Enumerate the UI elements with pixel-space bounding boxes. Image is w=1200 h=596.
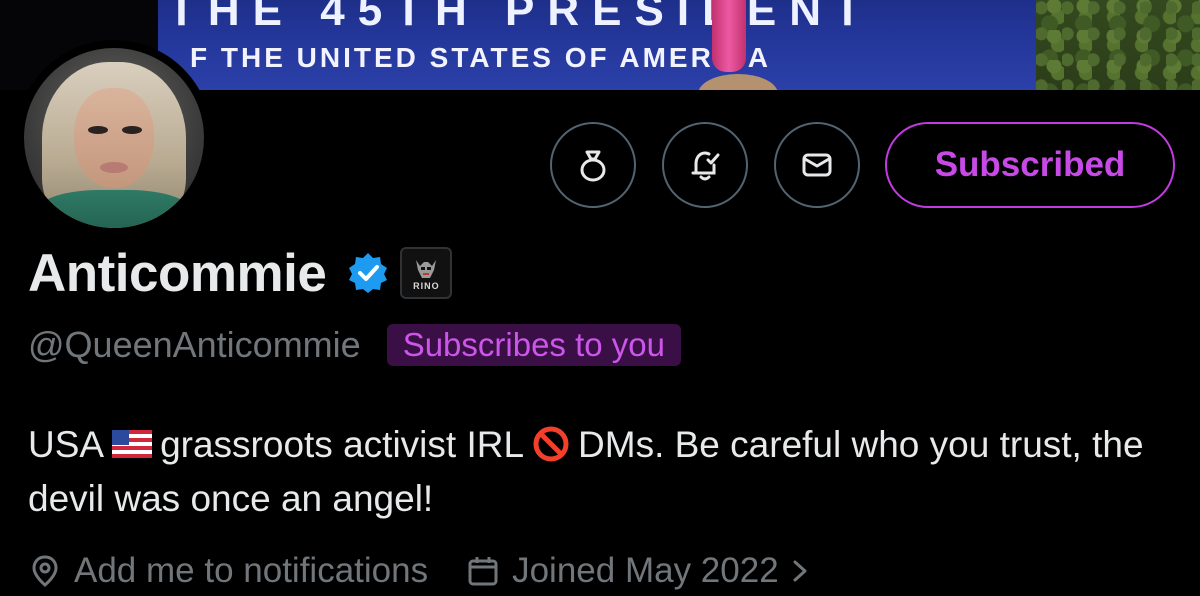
display-name: Anticommie: [28, 243, 327, 303]
us-flag-icon: [112, 430, 153, 459]
avatar-eye-right: [122, 126, 142, 134]
affiliate-badge[interactable]: RINO: [400, 247, 453, 299]
handle-row: @QueenAnticommie Subscribes to you: [28, 322, 681, 368]
profile-meta: Add me to notifications Joined May 2022: [28, 546, 849, 596]
avatar-photo: [24, 48, 204, 228]
bell-check-icon: [691, 151, 720, 181]
bio: USA grassroots activist IRL DMs. Be care…: [28, 418, 1178, 526]
envelope-icon: [802, 153, 832, 177]
location-pin-icon: [32, 555, 58, 587]
verified-badge-icon[interactable]: [346, 251, 390, 295]
avatar-eye-left: [88, 126, 108, 134]
tips-button[interactable]: [550, 122, 636, 208]
subscribes-to-you-badge: Subscribes to you: [386, 324, 681, 366]
message-button[interactable]: [774, 122, 860, 208]
notifications-button[interactable]: [662, 122, 748, 208]
joined-item[interactable]: Joined May 2022: [466, 551, 811, 591]
rhino-logo-icon: [416, 259, 437, 278]
joined-text: Joined May 2022: [512, 551, 779, 590]
affiliate-label: RINO: [413, 280, 440, 291]
money-bag-icon: [580, 150, 606, 182]
banner-hedge: [1036, 0, 1200, 90]
banner-sign-line1: THE 45TH PRESIDENT: [168, 0, 874, 35]
avatar-lips: [100, 162, 128, 173]
banner-figure: [712, 0, 746, 72]
bio-text-2: grassroots activist IRL: [160, 424, 525, 465]
subscribed-button[interactable]: Subscribed: [885, 122, 1175, 208]
location-text: Add me to notifications: [74, 551, 429, 590]
avatar-face: [74, 88, 154, 188]
calendar-icon: [468, 557, 498, 586]
bio-text-1: USA: [28, 424, 105, 465]
avatar[interactable]: [16, 40, 212, 236]
banner-sign-line2: F THE UNITED STATES OF AMERICA: [190, 42, 772, 73]
location-item: Add me to notifications: [28, 551, 428, 591]
prohibited-icon: [533, 426, 569, 462]
avatar-coat: [34, 190, 194, 228]
chevron-right-icon: [793, 560, 807, 582]
handle: @QueenAnticommie: [28, 324, 361, 365]
name-row: Anticommie RINO: [28, 240, 453, 306]
